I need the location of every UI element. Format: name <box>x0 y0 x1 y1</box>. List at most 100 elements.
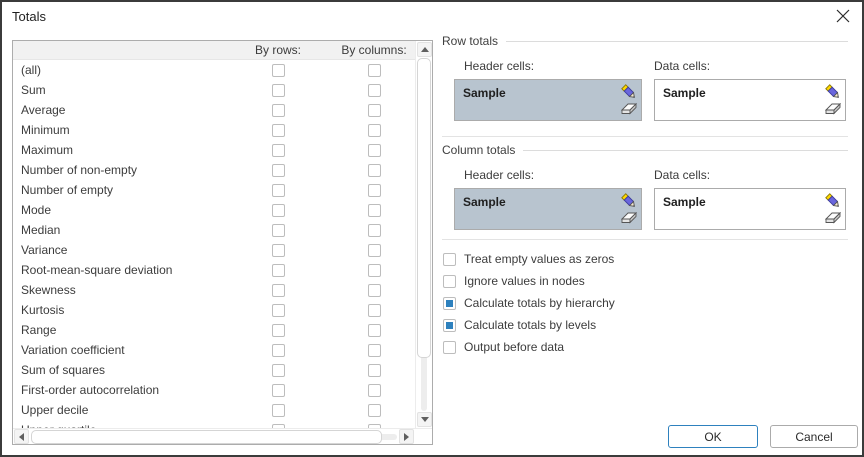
scroll-left-button[interactable] <box>14 429 29 444</box>
clear-style-button[interactable] <box>620 208 638 226</box>
list-item[interactable]: Upper decile <box>13 400 415 420</box>
sample-text: Sample <box>463 195 506 209</box>
checkbox-cell <box>223 364 333 377</box>
by-columns-checkbox[interactable] <box>368 304 381 317</box>
list-item[interactable]: Minimum <box>13 120 415 140</box>
option-row: Calculate totals by levels <box>442 314 848 336</box>
option-checkbox[interactable] <box>443 275 456 288</box>
list-item[interactable]: Average <box>13 100 415 120</box>
list-item[interactable]: Root-mean-square deviation <box>13 260 415 280</box>
by-rows-checkbox[interactable] <box>272 244 285 257</box>
horizontal-scroll-track[interactable] <box>31 430 397 444</box>
by-columns-checkbox[interactable] <box>368 104 381 117</box>
list-item[interactable]: Upper quartile <box>13 420 415 428</box>
pencil-icon <box>825 193 841 209</box>
by-rows-checkbox[interactable] <box>272 144 285 157</box>
clear-style-button[interactable] <box>620 99 638 117</box>
checkbox-cell <box>223 284 333 297</box>
by-rows-checkbox[interactable] <box>272 204 285 217</box>
list-item-label: Number of empty <box>13 183 223 197</box>
list-item[interactable]: Median <box>13 220 415 240</box>
scroll-up-button[interactable] <box>417 42 432 57</box>
list-item[interactable]: Mode <box>13 200 415 220</box>
close-button[interactable] <box>834 8 852 26</box>
by-columns-checkbox[interactable] <box>368 244 381 257</box>
option-checkbox[interactable] <box>443 319 456 332</box>
checkbox-cell <box>223 344 333 357</box>
by-columns-checkbox[interactable] <box>368 124 381 137</box>
list-item[interactable]: Sum <box>13 80 415 100</box>
checkbox-cell <box>223 264 333 277</box>
checkbox-cell <box>223 124 333 137</box>
row-header-cells-label: Header cells: <box>454 59 642 73</box>
checkbox-cell <box>223 244 333 257</box>
by-rows-checkbox[interactable] <box>272 324 285 337</box>
checkbox-cell <box>333 344 415 357</box>
list-item-label: Number of non-empty <box>13 163 223 177</box>
list-item-label: Root-mean-square deviation <box>13 263 223 277</box>
horizontal-scroll-thumb[interactable] <box>31 430 382 444</box>
by-rows-checkbox[interactable] <box>272 224 285 237</box>
dialog-title: Totals <box>12 9 46 24</box>
by-rows-checkbox[interactable] <box>272 264 285 277</box>
by-columns-checkbox[interactable] <box>368 204 381 217</box>
option-checkbox[interactable] <box>443 253 456 266</box>
by-columns-checkbox[interactable] <box>368 184 381 197</box>
list-item[interactable]: Number of non-empty <box>13 160 415 180</box>
by-rows-checkbox[interactable] <box>272 104 285 117</box>
by-rows-checkbox[interactable] <box>272 84 285 97</box>
option-label: Treat empty values as zeros <box>464 252 614 266</box>
by-columns-checkbox[interactable] <box>368 264 381 277</box>
by-columns-checkbox[interactable] <box>368 144 381 157</box>
vertical-scrollbar[interactable] <box>415 41 432 428</box>
by-columns-checkbox[interactable] <box>368 324 381 337</box>
scroll-right-button[interactable] <box>399 429 414 444</box>
checkbox-cell <box>223 324 333 337</box>
by-rows-checkbox[interactable] <box>272 304 285 317</box>
sample-text: Sample <box>663 195 706 209</box>
scroll-down-button[interactable] <box>417 412 432 427</box>
list-item[interactable]: (all) <box>13 60 415 80</box>
by-rows-checkbox[interactable] <box>272 64 285 77</box>
list-item[interactable]: Number of empty <box>13 180 415 200</box>
list-item[interactable]: Variance <box>13 240 415 260</box>
by-columns-checkbox[interactable] <box>368 284 381 297</box>
by-columns-checkbox[interactable] <box>368 384 381 397</box>
ok-button[interactable]: OK <box>668 425 758 448</box>
by-rows-checkbox[interactable] <box>272 284 285 297</box>
by-rows-checkbox[interactable] <box>272 164 285 177</box>
by-rows-checkbox[interactable] <box>272 184 285 197</box>
cancel-button[interactable]: Cancel <box>770 425 858 448</box>
option-checkbox[interactable] <box>443 341 456 354</box>
by-columns-checkbox[interactable] <box>368 344 381 357</box>
scrollbar-corner <box>415 429 432 444</box>
list-item[interactable]: Kurtosis <box>13 300 415 320</box>
horizontal-scrollbar[interactable] <box>13 429 415 444</box>
list-item[interactable]: Sum of squares <box>13 360 415 380</box>
by-columns-checkbox[interactable] <box>368 364 381 377</box>
by-columns-checkbox[interactable] <box>368 64 381 77</box>
by-columns-checkbox[interactable] <box>368 164 381 177</box>
by-rows-checkbox[interactable] <box>272 384 285 397</box>
checkbox-cell <box>223 144 333 157</box>
clear-style-button[interactable] <box>824 208 842 226</box>
by-rows-checkbox[interactable] <box>272 404 285 417</box>
list-item[interactable]: First-order autocorrelation <box>13 380 415 400</box>
list-item-label: Average <box>13 103 223 117</box>
vertical-scroll-track[interactable] <box>417 58 431 411</box>
list-item[interactable]: Skewness <box>13 280 415 300</box>
list-item[interactable]: Range <box>13 320 415 340</box>
option-checkbox[interactable] <box>443 297 456 310</box>
by-rows-checkbox[interactable] <box>272 124 285 137</box>
by-columns-checkbox[interactable] <box>368 224 381 237</box>
list-item[interactable]: Variation coefficient <box>13 340 415 360</box>
column-totals-title: Column totals <box>442 143 515 157</box>
vertical-scroll-thumb[interactable] <box>417 58 431 358</box>
list-item[interactable]: Maximum <box>13 140 415 160</box>
by-rows-checkbox[interactable] <box>272 364 285 377</box>
by-columns-checkbox[interactable] <box>368 404 381 417</box>
by-rows-checkbox[interactable] <box>272 344 285 357</box>
aggregates-list-content: By rows: By columns: (all)SumAverageMini… <box>13 41 415 428</box>
by-columns-checkbox[interactable] <box>368 84 381 97</box>
clear-style-button[interactable] <box>824 99 842 117</box>
